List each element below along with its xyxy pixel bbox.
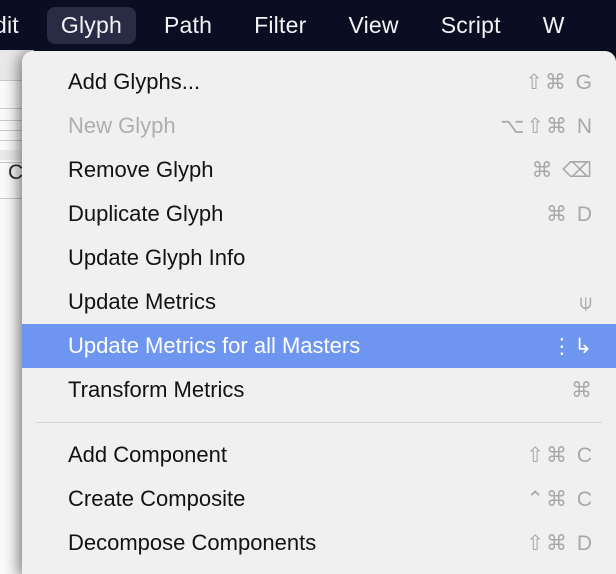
menubar-item-glyph[interactable]: Glyph: [46, 6, 136, 44]
menu-item-update-metrics[interactable]: Update Metrics ⍦: [22, 280, 616, 324]
glyph-menu-dropdown: Add Glyphs... ⇧⌘ G New Glyph ⌥⇧⌘ N Remove Gl…: [22, 51, 616, 574]
menu-item-shortcut: ⌘: [571, 378, 594, 402]
menubar-item-path[interactable]: Path: [150, 7, 226, 44]
menubar-item-window[interactable]: W: [529, 7, 579, 44]
menu-item-label: Update Metrics: [68, 289, 216, 314]
menu-item-shortcut: ⌘ ⌫: [531, 158, 594, 182]
menubar-item-script[interactable]: Script: [427, 7, 515, 44]
menu-item-update-metrics-all-masters[interactable]: Update Metrics for all Masters ⋮↳: [22, 324, 616, 368]
menu-item-shortcut: ⌃⌘ C: [526, 487, 594, 511]
menubar: dit Glyph Path Filter View Script W: [0, 0, 616, 50]
menu-item-shortcut: ⍦: [579, 290, 594, 314]
menu-item-shortcut: ⌥⇧⌘ N: [500, 114, 594, 138]
background-glyph-letter: C: [8, 161, 24, 184]
menu-item-label: Create Composite: [68, 486, 246, 511]
menubar-item-filter[interactable]: Filter: [240, 7, 320, 44]
menu-item-label: Duplicate Glyph: [68, 201, 224, 226]
menu-item-label: Update Glyph Info: [68, 245, 246, 270]
menu-item-label: New Glyph: [68, 113, 176, 138]
menu-item-create-composite[interactable]: Create Composite ⌃⌘ C: [22, 477, 616, 521]
menu-item-shortcut: ⇧⌘ D: [526, 531, 594, 555]
menubar-item-view[interactable]: View: [334, 7, 412, 44]
menu-item-add-glyphs[interactable]: Add Glyphs... ⇧⌘ G: [22, 60, 616, 104]
menu-item-add-component[interactable]: Add Component ⇧⌘ C: [22, 433, 616, 477]
menu-item-shortcut: ⋮↳: [551, 334, 594, 358]
menu-item-label: Add Glyphs...: [68, 69, 201, 94]
menu-item-label: Add Component: [68, 442, 227, 467]
menu-item-duplicate-glyph[interactable]: Duplicate Glyph ⌘ D: [22, 192, 616, 236]
menu-separator: [36, 422, 602, 423]
menu-item-decompose-components[interactable]: Decompose Components ⇧⌘ D: [22, 521, 616, 565]
menu-item-transform-metrics[interactable]: Transform Metrics ⌘: [22, 368, 616, 412]
menu-item-remove-glyph[interactable]: Remove Glyph ⌘ ⌫: [22, 148, 616, 192]
menu-item-shortcut: ⇧⌘ C: [526, 443, 594, 467]
menu-item-update-glyph-info[interactable]: Update Glyph Info: [22, 236, 616, 280]
menubar-item-edit[interactable]: dit: [0, 7, 33, 44]
menu-item-shortcut: ⇧⌘ G: [525, 70, 594, 94]
menu-item-label: Transform Metrics: [68, 377, 245, 402]
menu-item-label: Remove Glyph: [68, 157, 214, 182]
menu-item-label: Update Metrics for all Masters: [68, 333, 361, 358]
menu-item-label: Decompose Components: [68, 530, 317, 555]
menu-item-shortcut: ⌘ D: [546, 202, 594, 226]
menu-item-new-glyph: New Glyph ⌥⇧⌘ N: [22, 104, 616, 148]
